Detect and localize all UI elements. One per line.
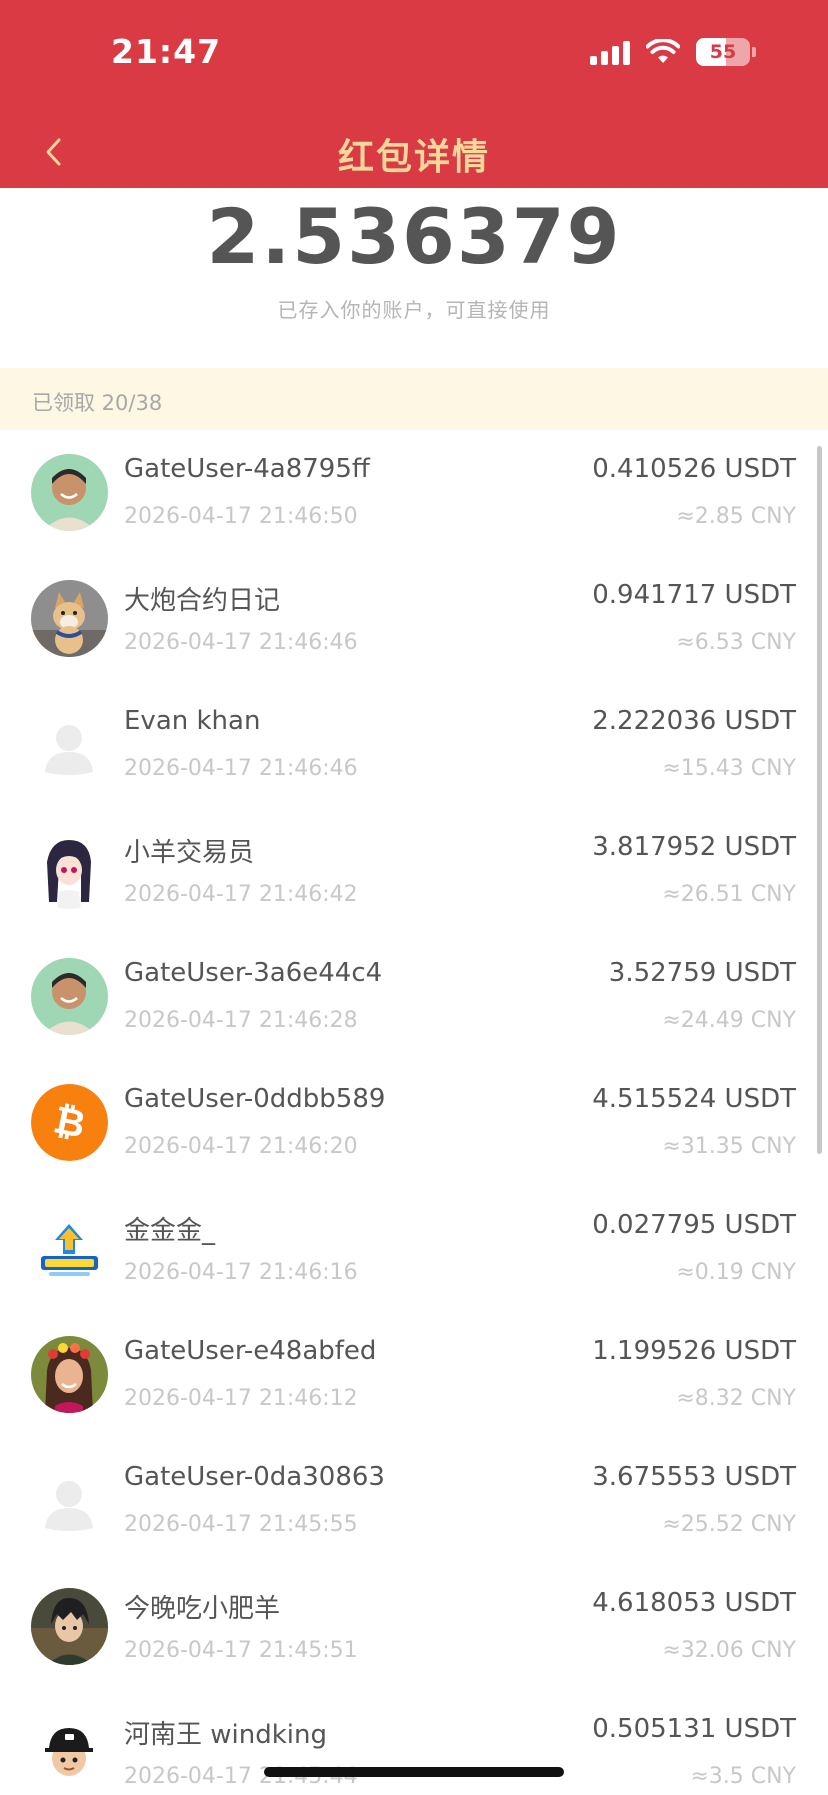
list-item[interactable]: Evan khan 2026-04-17 21:46:46 2.222036 U…: [0, 682, 828, 808]
user-name: GateUser-0ddbb589: [124, 1084, 386, 1114]
usdt-amount: 0.027795 USDT: [592, 1210, 796, 1240]
claim-time: 2026-04-17 21:46:16: [124, 1260, 358, 1285]
cny-amount: ≈2.85 CNY: [676, 504, 796, 529]
flower-girl-avatar: [31, 1336, 108, 1413]
user-name: GateUser-0da30863: [124, 1462, 385, 1492]
usdt-amount: 0.505131 USDT: [592, 1714, 796, 1744]
list-item[interactable]: 大炮合约日记 2026-04-17 21:46:46 0.941717 USDT…: [0, 556, 828, 682]
cny-amount: ≈6.53 CNY: [676, 630, 796, 655]
battery-level: 55: [709, 41, 737, 63]
list-item[interactable]: GateUser-e48abfed 2026-04-17 21:46:12 1.…: [0, 1312, 828, 1438]
shiba-dog-avatar: [31, 580, 108, 657]
user-name: GateUser-e48abfed: [124, 1336, 377, 1366]
usdt-amount: 0.410526 USDT: [592, 454, 796, 484]
received-amount: 2.536379: [206, 192, 622, 281]
bitcoin-avatar: ₿: [31, 1084, 108, 1161]
page-title: 红包详情: [337, 137, 490, 178]
claimed-count-bar: 已领取 20/38: [0, 368, 828, 430]
claim-time: 2026-04-17 21:46:46: [124, 756, 358, 781]
claim-time: 2026-04-17 21:45:51: [124, 1638, 358, 1663]
usdt-amount: 4.618053 USDT: [592, 1588, 796, 1618]
list-item[interactable]: 今晚吃小肥羊 2026-04-17 21:45:51 4.618053 USDT…: [0, 1564, 828, 1690]
user-name: GateUser-3a6e44c4: [124, 958, 383, 988]
user-name: GateUser-4a8795ff: [124, 454, 370, 484]
claim-time: 2026-04-17 21:45:55: [124, 1512, 358, 1537]
claim-time: 2026-04-17 21:46:12: [124, 1386, 358, 1411]
wifi-icon: [646, 39, 680, 65]
cny-amount: ≈15.43 CNY: [662, 756, 796, 781]
cap-character-avatar: [31, 1714, 108, 1791]
user-name: 河南王 windking: [124, 1720, 327, 1750]
list-item[interactable]: GateUser-3a6e44c4 2026-04-17 21:46:28 3.…: [0, 934, 828, 1060]
cellular-signal-icon: [590, 39, 630, 65]
logo-avatar: [31, 1210, 108, 1287]
smiling-man-avatar: [31, 958, 108, 1035]
status-icons: 55: [590, 38, 756, 66]
claim-time: 2026-04-17 21:46:46: [124, 630, 358, 655]
claim-time: 2026-04-17 21:46:42: [124, 882, 358, 907]
list-item[interactable]: GateUser-0da30863 2026-04-17 21:45:55 3.…: [0, 1438, 828, 1564]
cny-amount: ≈0.19 CNY: [676, 1260, 796, 1285]
claimed-count: 已领取 20/38: [32, 391, 163, 415]
user-name: Evan khan: [124, 706, 261, 736]
usdt-amount: 0.941717 USDT: [592, 580, 796, 610]
smiling-man-avatar: [31, 454, 108, 531]
cny-amount: ≈32.06 CNY: [662, 1638, 796, 1663]
list-item[interactable]: 金金金_ 2026-04-17 21:46:16 0.027795 USDT ≈…: [0, 1186, 828, 1312]
user-name: 金金金_: [124, 1216, 216, 1246]
list-scrollbar[interactable]: [817, 446, 822, 1154]
cny-amount: ≈25.52 CNY: [662, 1512, 796, 1537]
usdt-amount: 2.222036 USDT: [592, 706, 796, 736]
usdt-amount: 1.199526 USDT: [592, 1336, 796, 1366]
claim-time: 2026-04-17 21:46:28: [124, 1008, 358, 1033]
claim-time: 2026-04-17 21:46:20: [124, 1134, 358, 1159]
list-item[interactable]: ₿ GateUser-0ddbb589 2026-04-17 21:46:20 …: [0, 1060, 828, 1186]
cny-amount: ≈8.32 CNY: [676, 1386, 796, 1411]
status-time: 21:47: [111, 32, 222, 71]
cny-amount: ≈24.49 CNY: [662, 1008, 796, 1033]
cny-amount: ≈3.5 CNY: [690, 1764, 796, 1789]
app-header: 21:47 55 红包详情: [0, 0, 828, 188]
usdt-amount: 3.52759 USDT: [608, 958, 796, 988]
list-item[interactable]: 河南王 windking 2026-04-17 21:45:44 0.50513…: [0, 1690, 828, 1795]
battery-cap: [752, 47, 756, 57]
cny-amount: ≈26.51 CNY: [662, 882, 796, 907]
usdt-amount: 3.817952 USDT: [592, 832, 796, 862]
home-indicator[interactable]: [264, 1767, 564, 1777]
default-user-avatar: [31, 706, 108, 783]
list-item[interactable]: 小羊交易员 2026-04-17 21:46:42 3.817952 USDT …: [0, 808, 828, 934]
anime-girl-avatar: [31, 832, 108, 909]
user-name: 大炮合约日记: [124, 586, 281, 616]
list-item[interactable]: GateUser-4a8795ff 2026-04-17 21:46:50 0.…: [0, 430, 828, 556]
usdt-amount: 4.515524 USDT: [592, 1084, 796, 1114]
battery-icon: 55: [696, 38, 750, 66]
user-name: 小羊交易员: [124, 838, 255, 868]
claim-time: 2026-04-17 21:46:50: [124, 504, 358, 529]
user-name: 今晚吃小肥羊: [124, 1594, 281, 1624]
anime-boy-avatar: [31, 1588, 108, 1665]
cny-amount: ≈31.35 CNY: [662, 1134, 796, 1159]
default-user-avatar: [31, 1462, 108, 1539]
usdt-amount: 3.675553 USDT: [592, 1462, 796, 1492]
deposit-note: 已存入你的账户，可直接使用: [277, 298, 551, 322]
